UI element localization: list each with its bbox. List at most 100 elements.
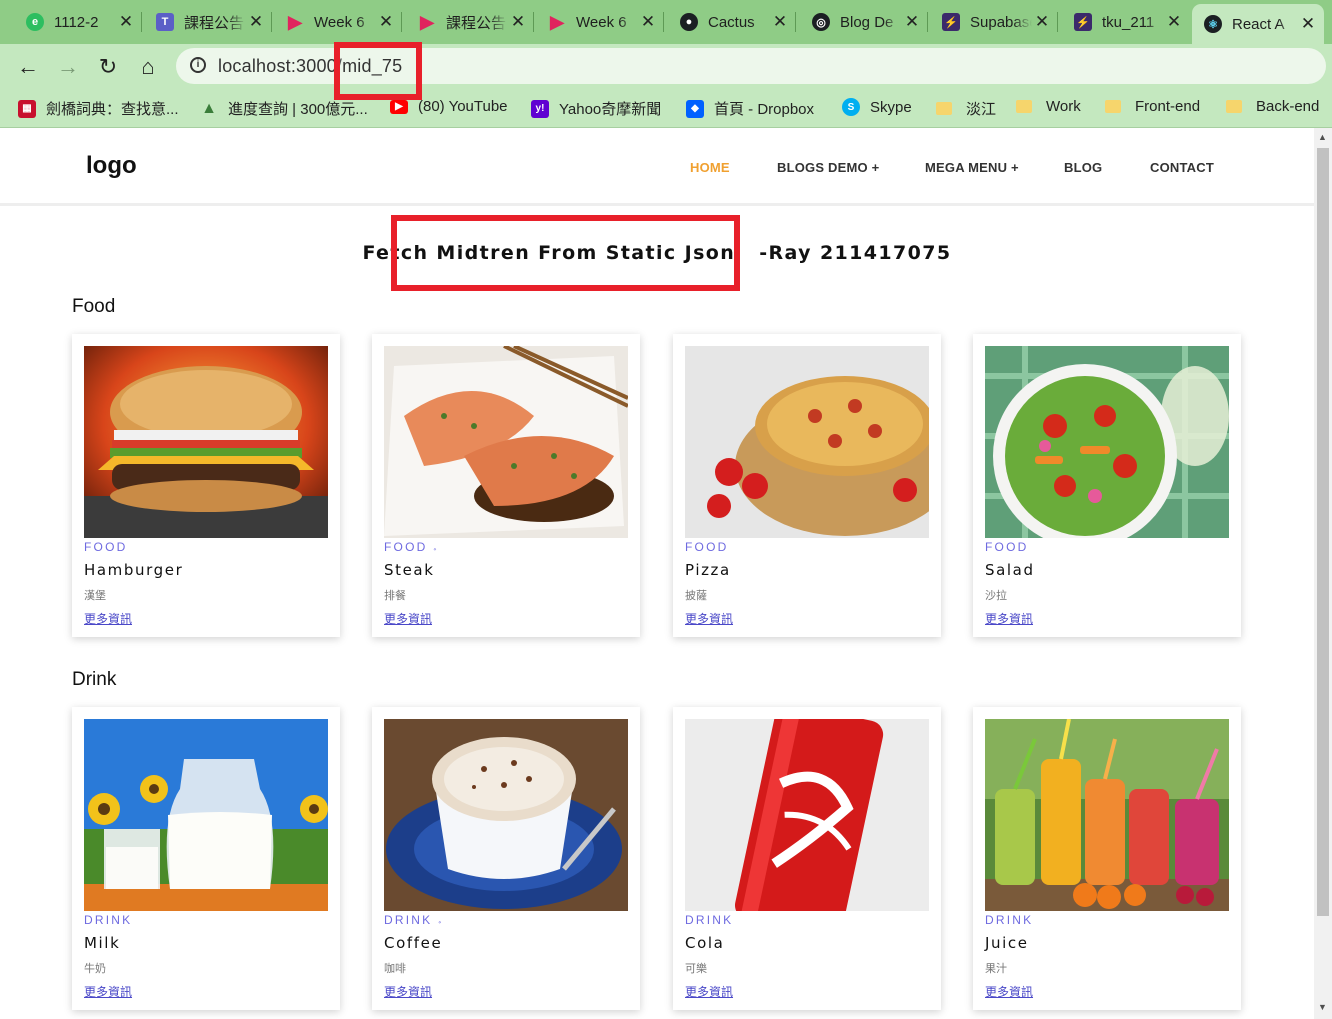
browser-tab[interactable]: ▶ Week 6 ✕ <box>274 4 402 40</box>
card-category: DRINK <box>985 913 1034 927</box>
product-card: FOOD 𝆹 Steak 排餐 更多資訊 <box>372 334 640 637</box>
coffee-image[interactable] <box>384 719 628 911</box>
back-arrow-icon[interactable]: ← <box>14 53 42 81</box>
close-icon[interactable]: ✕ <box>116 12 136 32</box>
bookmarks-bar: ▦ 劍橋詞典：查找意... ▲ 進度查詢 | 300億元... ▶ (80) Y… <box>0 90 1332 128</box>
browser-tab[interactable]: e 1112-2 ✕ <box>14 4 142 40</box>
browser-tab[interactable]: ◎ Blog De ✕ <box>800 4 928 40</box>
globe-icon: ◎ <box>812 13 830 31</box>
nav-blog[interactable]: BLOG <box>1064 160 1102 175</box>
milk-image[interactable] <box>84 719 328 911</box>
info-icon[interactable]: i <box>190 57 206 73</box>
card-name-zh: 牛奶 <box>84 963 106 975</box>
more-info-link[interactable]: 更多資訊 <box>685 610 733 627</box>
folder-icon <box>936 102 952 115</box>
card-name: Coffee <box>384 934 443 952</box>
bookmark-label: Yahoo奇摩新聞 <box>559 101 662 118</box>
browser-tab[interactable]: ⚡ tku_211 ✕ <box>1062 4 1190 40</box>
play-icon: ▶ <box>550 11 564 32</box>
bookmark-label: (80) YouTube <box>418 98 508 115</box>
dropbox-icon: ◆ <box>686 99 704 118</box>
close-icon[interactable]: ✕ <box>376 12 396 32</box>
page-content: logo HOME BLOGS DEMO + MEGA MENU + BLOG … <box>0 128 1314 1019</box>
more-info-link[interactable]: 更多資訊 <box>84 983 132 1000</box>
teams-icon: T <box>156 13 174 31</box>
more-info-link[interactable]: 更多資訊 <box>985 983 1033 1000</box>
bookmark-item[interactable]: ▲ 進度查詢 | 300億元... <box>200 98 368 119</box>
tab-title: Cactus <box>708 13 755 31</box>
browser-tab[interactable]: ⚡ Supabase ✕ <box>930 4 1058 40</box>
card-name: Steak <box>384 561 435 579</box>
supabase-icon: ⚡ <box>1074 13 1092 31</box>
close-icon[interactable]: ✕ <box>770 12 790 32</box>
more-info-link[interactable]: 更多資訊 <box>685 983 733 1000</box>
browser-tab[interactable]: T 課程公告 ✕ <box>144 4 272 40</box>
vertical-scrollbar[interactable]: ▲ ▼ <box>1314 128 1332 1019</box>
close-icon[interactable]: ✕ <box>1032 12 1052 32</box>
browser-tab[interactable]: ▶ 課程公告 ✕ <box>406 4 534 40</box>
tab-strip: e 1112-2 ✕ T 課程公告 ✕ ▶ Week 6 ✕ ▶ 課程公告 ✕ … <box>0 0 1332 44</box>
bookmark-item[interactable]: ▶ (80) YouTube <box>390 98 508 115</box>
browser-tab-active[interactable]: ⚛ React A ✕ <box>1192 4 1324 44</box>
browser-tab[interactable]: ▶ Week 6 ✕ <box>536 4 664 40</box>
bookmark-item[interactable]: y! Yahoo奇摩新聞 <box>531 98 661 119</box>
more-info-link[interactable]: 更多資訊 <box>84 610 132 627</box>
react-icon: ⚛ <box>1204 15 1222 33</box>
bookmark-item[interactable]: ◆ 首頁 - Dropbox <box>686 98 814 119</box>
bookmark-item[interactable]: S Skype <box>842 98 912 116</box>
home-icon[interactable]: ⌂ <box>134 53 162 81</box>
nav-mega-menu[interactable]: MEGA MENU + <box>925 160 1019 175</box>
card-category: DRINK <box>84 913 133 927</box>
section-title-food: Food <box>72 296 116 317</box>
product-card: DRINK Milk 牛奶 更多資訊 <box>72 707 340 1010</box>
close-icon[interactable]: ✕ <box>638 12 658 32</box>
product-card: DRINK Cola 可樂 更多資訊 <box>673 707 941 1010</box>
bookmark-label: 劍橋詞典：查找意... <box>46 101 179 118</box>
tab-title: React A <box>1232 15 1285 33</box>
forward-arrow-icon[interactable]: → <box>54 53 82 81</box>
scroll-up-arrow-icon[interactable]: ▲ <box>1318 132 1327 142</box>
bookmark-folder[interactable]: 淡江 <box>936 98 996 119</box>
hamburger-image[interactable] <box>84 346 328 538</box>
card-category: DRINK <box>685 913 734 927</box>
play-icon: ▶ <box>288 11 302 32</box>
bookmark-folder[interactable]: Work <box>1016 98 1081 115</box>
card-name-zh: 漢堡 <box>84 590 106 602</box>
title-highlight-box <box>391 215 740 291</box>
scroll-down-arrow-icon[interactable]: ▼ <box>1318 1002 1327 1012</box>
card-name-zh: 咖啡 <box>384 963 406 975</box>
scrollbar-thumb[interactable] <box>1317 148 1329 916</box>
browser-tab[interactable]: ● Cactus ✕ <box>668 4 796 40</box>
more-info-link[interactable]: 更多資訊 <box>985 610 1033 627</box>
card-name: Hamburger <box>84 561 184 579</box>
tab-title: tku_211 <box>1102 13 1155 31</box>
github-icon: ● <box>680 13 698 31</box>
close-icon[interactable]: ✕ <box>508 12 528 32</box>
nav-home[interactable]: HOME <box>690 160 730 175</box>
steak-image[interactable] <box>384 346 628 538</box>
more-info-link[interactable]: 更多資訊 <box>384 983 432 1000</box>
nav-contact[interactable]: CONTACT <box>1150 160 1214 175</box>
salad-image[interactable] <box>985 346 1229 538</box>
site-logo[interactable]: logo <box>86 152 137 180</box>
cola-image[interactable] <box>685 719 929 911</box>
close-icon[interactable]: ✕ <box>1164 12 1184 32</box>
browser-toolbar: ← → ↻ ⌂ i localhost:3000/mid_75 <box>0 44 1332 90</box>
bookmark-folder[interactable]: Front-end <box>1105 98 1200 115</box>
product-card: DRINK 𝆹 Coffee 咖啡 更多資訊 <box>372 707 640 1010</box>
pizza-image[interactable] <box>685 346 929 538</box>
site-header: logo HOME BLOGS DEMO + MEGA MENU + BLOG … <box>0 128 1314 206</box>
nav-blogs-demo[interactable]: BLOGS DEMO + <box>777 160 879 175</box>
bookmark-item[interactable]: ▦ 劍橋詞典：查找意... <box>18 98 179 119</box>
bookmark-label: Back-end <box>1256 98 1320 115</box>
close-icon[interactable]: ✕ <box>902 12 922 32</box>
folder-icon <box>1226 100 1242 113</box>
close-icon[interactable]: ✕ <box>246 12 266 32</box>
juice-image[interactable] <box>985 719 1229 911</box>
reload-icon[interactable]: ↻ <box>94 53 122 81</box>
youtube-icon: ▶ <box>390 99 408 114</box>
close-icon[interactable]: ✕ <box>1298 14 1318 34</box>
product-card: DRINK Juice 果汁 更多資訊 <box>973 707 1241 1010</box>
bookmark-folder[interactable]: Back-end <box>1226 98 1319 115</box>
more-info-link[interactable]: 更多資訊 <box>384 610 432 627</box>
